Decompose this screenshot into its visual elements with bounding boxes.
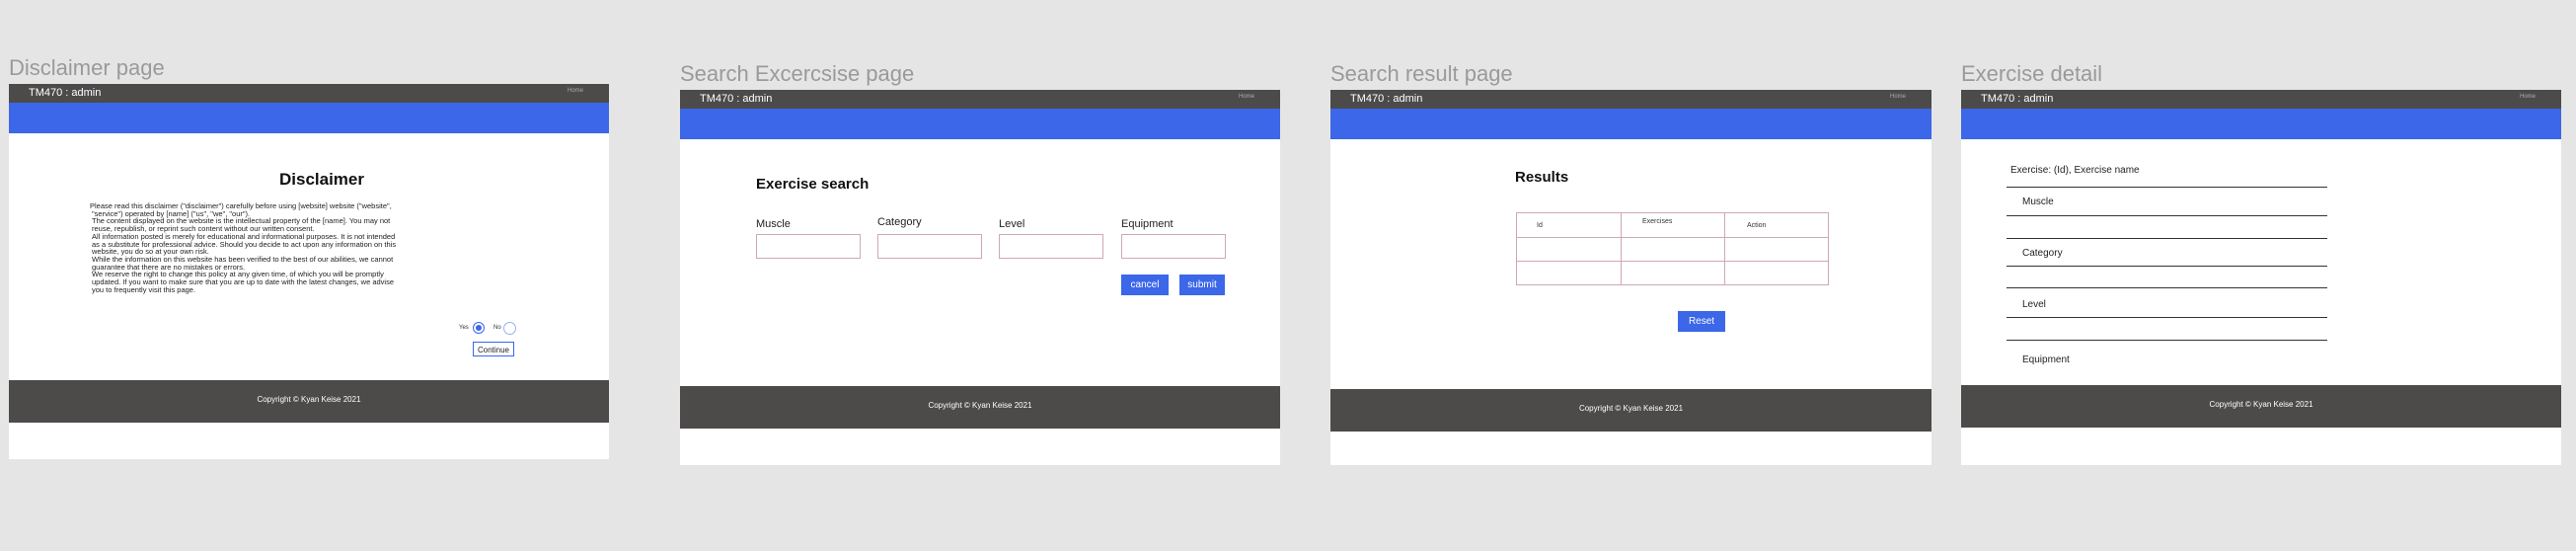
topbar-link[interactable]: Home [1239, 94, 1254, 100]
topbar-link[interactable]: Home [2520, 94, 2536, 100]
nav-bar [1961, 109, 2561, 139]
footer-copyright: Copyright © Kyan Keise 2021 [1578, 404, 1684, 413]
brand-label: TM470 : admin [1981, 93, 2054, 105]
divider [2007, 287, 2327, 288]
muscle-label: Muscle [756, 218, 791, 230]
footer: Copyright © Kyan Keise 2021 [9, 380, 609, 423]
frame-title-detail: Exercise detail [1961, 61, 2103, 86]
submit-button[interactable]: submit [1179, 275, 1225, 295]
page-title: Results [1515, 169, 1569, 186]
level-label: Level [2022, 299, 2046, 310]
footer-copyright: Copyright © Kyan Keise 2021 [257, 395, 361, 404]
yes-radio[interactable] [473, 322, 485, 334]
brand-label: TM470 : admin [1350, 93, 1423, 105]
equipment-label: Equipment [1121, 218, 1174, 230]
search-page: TM470 : admin Home Exercise search Muscl… [680, 90, 1280, 465]
top-bar: TM470 : admin Home [1330, 90, 1932, 109]
category-input[interactable] [877, 234, 982, 259]
results-page: TM470 : admin Home Results Id Exercises … [1330, 90, 1932, 465]
frame-title-results: Search result page [1330, 61, 1513, 86]
detail-page: TM470 : admin Home Exercise: (Id), Exerc… [1961, 90, 2561, 465]
nav-bar [1330, 109, 1932, 139]
top-bar: TM470 : admin Home [1961, 90, 2561, 109]
footer: Copyright © Kyan Keise 2021 [1330, 389, 1932, 432]
exercise-title: Exercise: (Id), Exercise name [2010, 165, 2140, 176]
column-header-id: Id [1537, 222, 1543, 229]
divider [2007, 340, 2327, 341]
equipment-label: Equipment [2022, 354, 2070, 365]
footer-copyright: Copyright © Kyan Keise 2021 [928, 401, 1032, 410]
disclaimer-page: TM470 : admin Home Disclaimer Please rea… [9, 84, 609, 459]
disclaimer-line: you to frequently visit this page. [92, 284, 196, 294]
continue-button[interactable]: Continue [473, 342, 514, 356]
no-radio[interactable] [503, 322, 516, 335]
footer: Copyright © Kyan Keise 2021 [680, 386, 1280, 429]
equipment-input[interactable] [1121, 234, 1226, 259]
divider [2007, 215, 2327, 216]
category-label: Category [877, 216, 922, 228]
results-table: Id Exercises Action [1516, 212, 1829, 285]
divider [2007, 238, 2327, 239]
column-header-exercises: Exercises [1642, 218, 1673, 225]
footer-copyright: Copyright © Kyan Keise 2021 [2209, 400, 2313, 409]
top-bar: TM470 : admin Home [9, 84, 609, 103]
nav-bar [680, 109, 1280, 139]
yes-label: Yes [459, 325, 469, 331]
topbar-link[interactable]: Home [1890, 94, 1906, 100]
level-label: Level [999, 218, 1025, 230]
brand-label: TM470 : admin [29, 87, 102, 99]
page-title: Disclaimer [279, 170, 364, 189]
frame-title-disclaimer: Disclaimer page [9, 55, 165, 80]
level-input[interactable] [999, 234, 1103, 259]
reset-button[interactable]: Reset [1678, 311, 1725, 332]
category-label: Category [2022, 248, 2063, 259]
nav-bar [9, 103, 609, 133]
brand-label: TM470 : admin [700, 93, 773, 105]
cancel-button[interactable]: cancel [1121, 275, 1169, 295]
muscle-input[interactable] [756, 234, 861, 259]
footer: Copyright © Kyan Keise 2021 [1961, 385, 2561, 428]
page-title: Exercise search [756, 176, 870, 193]
divider [2007, 266, 2327, 267]
top-bar: TM470 : admin Home [680, 90, 1280, 109]
column-header-action: Action [1747, 222, 1767, 229]
disclaimer-text: Please read this disclaimer ("disclaimer… [90, 202, 416, 293]
divider [2007, 187, 2327, 188]
muscle-label: Muscle [2022, 197, 2054, 207]
divider [2007, 317, 2327, 318]
no-label: No [493, 325, 501, 331]
topbar-link[interactable]: Home [568, 88, 583, 94]
frame-title-search: Search Excercsise page [680, 61, 915, 86]
